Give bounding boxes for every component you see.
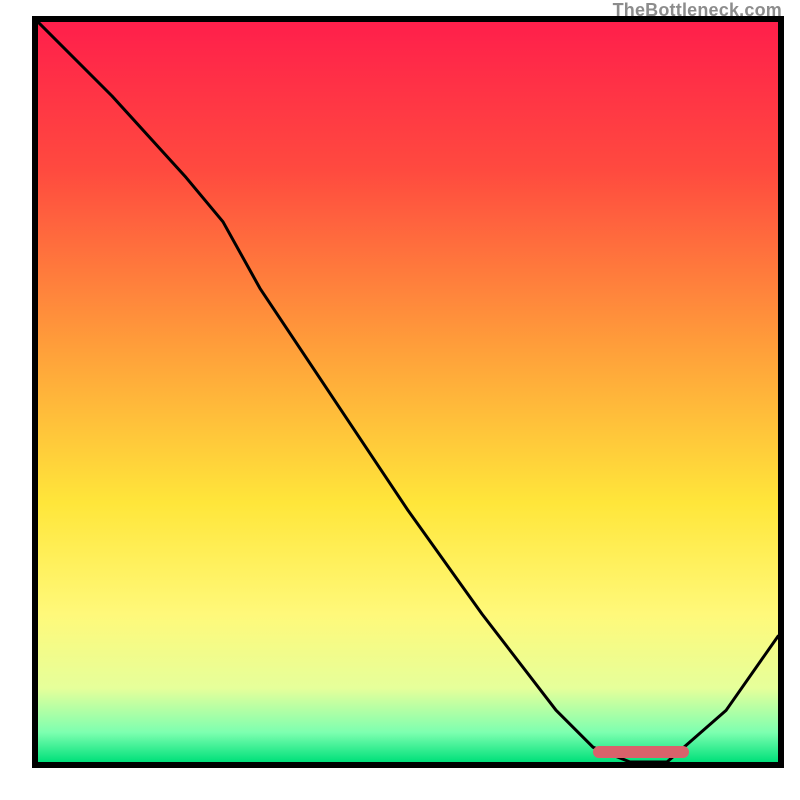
optimal-range-marker (593, 746, 689, 758)
bottleneck-curve-path (38, 22, 778, 762)
plot-area (32, 16, 784, 768)
chart-frame: TheBottleneck.com (0, 0, 800, 800)
curve-layer (38, 22, 778, 762)
